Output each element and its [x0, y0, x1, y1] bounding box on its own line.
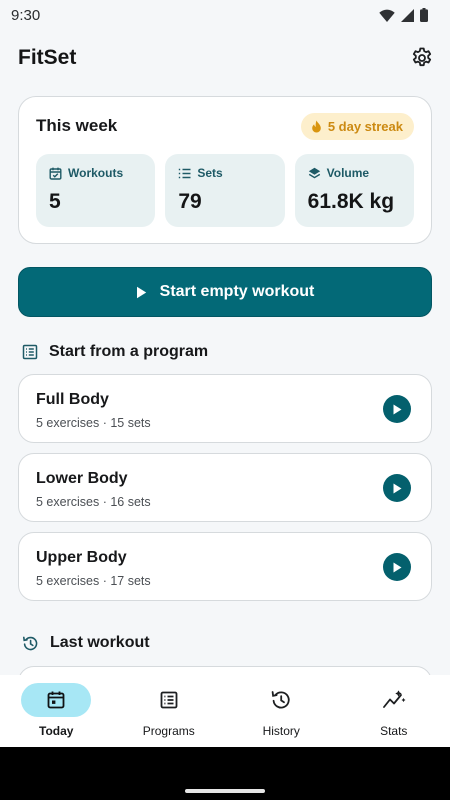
- streak-badge: 5 day streak: [300, 112, 414, 140]
- sparkline-icon: [382, 690, 406, 708]
- history-icon: [23, 636, 38, 650]
- last-workout-section-header: Last workout: [22, 632, 150, 654]
- nav-label: Stats: [380, 724, 408, 738]
- signal-icon: [401, 8, 414, 22]
- start-button-label: Start empty workout: [159, 283, 315, 300]
- nav-icon-wrap: [246, 683, 316, 717]
- last-workout-section-title: Last workout: [50, 634, 150, 651]
- list-box-icon: [160, 691, 178, 709]
- nav-label: History: [262, 724, 300, 738]
- settings-button[interactable]: [408, 44, 436, 72]
- nav-icon-wrap: [21, 683, 92, 717]
- bottom-navigation: Today Programs History Stats: [0, 675, 450, 747]
- week-summary-header: This week 5 day streak: [36, 111, 414, 141]
- layers-icon: [308, 167, 320, 178]
- program-meta: 5 exercises · 15 sets: [36, 416, 151, 430]
- stats-row: Workouts 5 Sets 79 Volume 61.8K kg: [36, 154, 414, 227]
- status-bar: 9:30: [0, 0, 450, 30]
- start-empty-workout-button[interactable]: Start empty workout: [18, 267, 432, 317]
- program-card-upper-body[interactable]: Upper Body 5 exercises · 17 sets: [18, 532, 432, 601]
- nav-label: Programs: [142, 724, 195, 738]
- app-title: FitSet: [18, 46, 77, 69]
- play-icon: [393, 562, 402, 572]
- stat-label: Sets: [197, 166, 223, 180]
- wifi-icon: [379, 9, 395, 22]
- nav-label: Today: [39, 724, 74, 738]
- start-program-button[interactable]: [383, 474, 411, 502]
- start-program-button[interactable]: [383, 395, 411, 423]
- program-card-lower-body[interactable]: Lower Body 5 exercises · 16 sets: [18, 453, 432, 522]
- program-meta: 5 exercises · 16 sets: [36, 495, 151, 509]
- play-icon: [136, 286, 146, 298]
- stat-value: 61.8K kg: [307, 190, 395, 213]
- stat-label-row: Workouts: [49, 165, 155, 181]
- gesture-navigation-area: [0, 747, 450, 800]
- nav-icon-wrap: [359, 683, 429, 717]
- stat-tile-workouts: Workouts 5: [36, 154, 156, 227]
- nav-item-programs[interactable]: Programs: [113, 675, 226, 747]
- stat-label: Workouts: [68, 166, 124, 180]
- flame-icon: [312, 120, 321, 132]
- stat-label-row: Sets: [178, 165, 284, 181]
- calendar-check-icon: [49, 167, 62, 180]
- streak-label: 5 day streak: [327, 118, 403, 134]
- program-card-full-body[interactable]: Full Body 5 exercises · 15 sets: [18, 374, 432, 443]
- nav-item-today[interactable]: Today: [0, 675, 113, 747]
- stat-label-row: Volume: [308, 165, 414, 181]
- history-icon: [271, 691, 290, 709]
- program-name: Lower Body: [36, 470, 128, 487]
- list-box-icon: [22, 344, 38, 360]
- stat-tile-volume: Volume 61.8K kg: [294, 154, 414, 227]
- programs-section-header: Start from a program: [22, 341, 208, 363]
- programs-section-title: Start from a program: [49, 343, 209, 360]
- status-icons: [379, 8, 428, 22]
- week-summary-card: This week 5 day streak Workouts 5 Sets 7…: [18, 96, 432, 244]
- nav-item-stats[interactable]: Stats: [338, 675, 450, 747]
- play-icon: [393, 404, 402, 414]
- stat-value: 5: [49, 190, 61, 213]
- program-name: Upper Body: [36, 549, 127, 566]
- nav-icon-wrap: [134, 683, 204, 717]
- app-screen: 9:30 FitSet This week 5 day streak Worko…: [0, 0, 450, 800]
- play-icon: [393, 483, 402, 493]
- program-name: Full Body: [36, 391, 109, 408]
- stat-value: 79: [178, 190, 202, 213]
- start-program-button[interactable]: [383, 553, 411, 581]
- stat-label: Volume: [326, 166, 370, 180]
- battery-icon: [420, 8, 428, 22]
- nav-item-history[interactable]: History: [225, 675, 338, 747]
- gesture-handle[interactable]: [185, 789, 265, 793]
- gear-icon: [412, 47, 432, 67]
- status-time: 9:30: [11, 6, 41, 24]
- program-meta: 5 exercises · 17 sets: [36, 574, 151, 588]
- week-title: This week: [36, 116, 118, 135]
- stat-tile-sets: Sets 79: [165, 154, 285, 227]
- calendar-icon: [47, 691, 65, 709]
- list-icon: [179, 168, 191, 178]
- app-bar: FitSet: [0, 38, 450, 78]
